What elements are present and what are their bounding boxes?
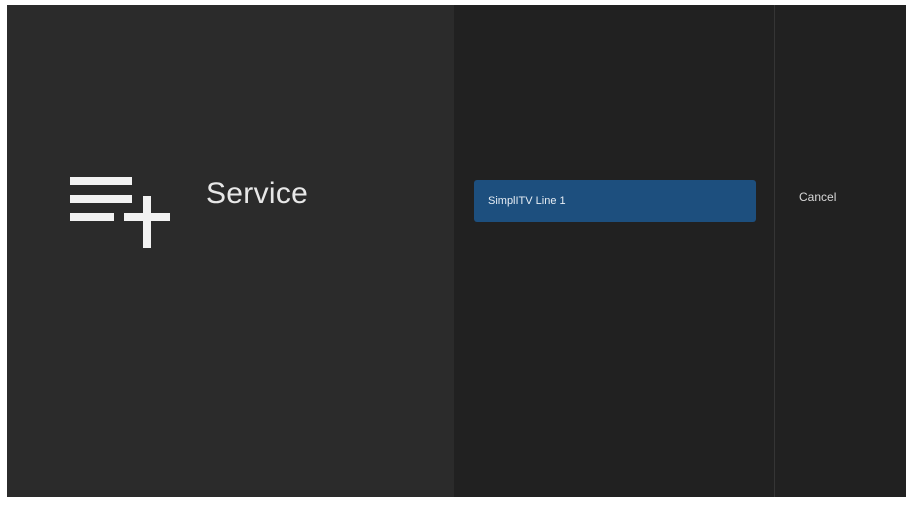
playlist-add-icon — [70, 177, 174, 253]
actions-panel: Cancel — [775, 5, 906, 497]
service-list-panel: SimplITV Line 1 — [454, 5, 774, 497]
screenshot-frame: Service SimplITV Line 1 Cancel — [0, 0, 906, 506]
list-item-simplitv-line-1[interactable]: SimplITV Line 1 — [474, 180, 756, 222]
cancel-button[interactable]: Cancel — [799, 190, 836, 204]
tv-screen: Service SimplITV Line 1 Cancel — [7, 5, 906, 497]
list-item-label: SimplITV Line 1 — [488, 195, 566, 207]
title-panel: Service — [7, 5, 454, 497]
page-title: Service — [206, 177, 309, 210]
